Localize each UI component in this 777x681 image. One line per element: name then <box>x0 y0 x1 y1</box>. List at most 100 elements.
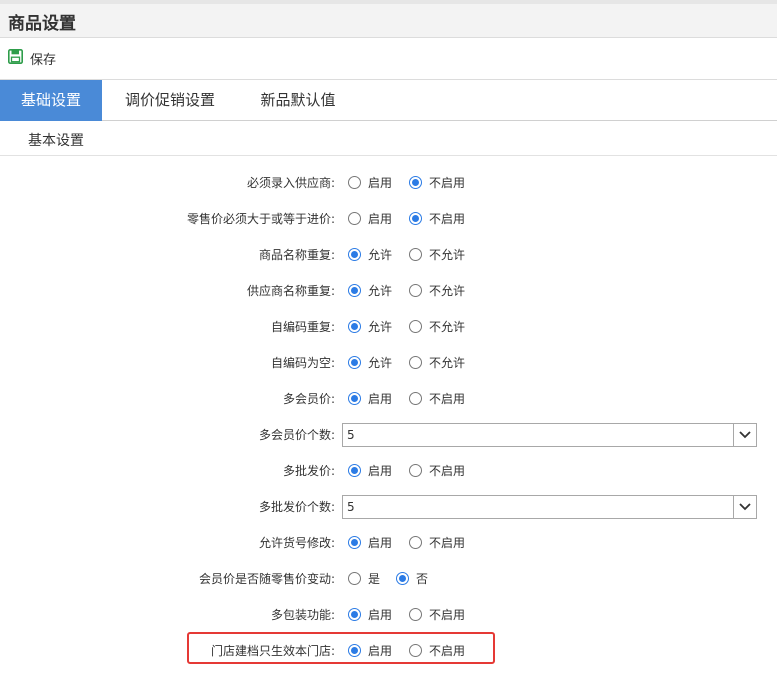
radio-button[interactable] <box>348 211 361 225</box>
setting-label: 多会员价: <box>282 392 335 406</box>
setting-row: 会员价是否随零售价变动: 是 否 <box>0 560 777 596</box>
setting-label: 供应商名称重复: <box>246 284 335 298</box>
radio-button[interactable] <box>348 391 361 405</box>
radio-option[interactable]: 允许 <box>348 317 392 335</box>
radio-button[interactable] <box>409 463 422 477</box>
radio-button[interactable] <box>348 463 361 477</box>
select-value: 5 <box>347 500 355 514</box>
radio-button[interactable] <box>409 247 422 261</box>
setting-row: 多批发价个数: 5 <box>0 488 777 524</box>
radio-option[interactable]: 启用 <box>348 389 392 407</box>
tab-basic-settings[interactable]: 基础设置 <box>0 80 102 121</box>
radio-label: 启用 <box>368 391 393 406</box>
radio-option[interactable]: 允许 <box>348 245 392 263</box>
radio-option[interactable]: 启用 <box>348 461 392 479</box>
radio-button[interactable] <box>348 247 361 261</box>
select-value: 5 <box>347 428 355 442</box>
setting-label: 多批发价: <box>282 464 335 478</box>
setting-row: 多会员价: 启用 不启用 <box>0 380 777 416</box>
setting-label: 自编码重复: <box>270 320 335 334</box>
radio-button[interactable] <box>348 283 361 297</box>
chevron-down-icon[interactable] <box>733 424 756 446</box>
radio-option[interactable]: 允许 <box>348 281 392 299</box>
setting-label: 多包装功能: <box>270 608 335 622</box>
setting-label: 零售价必须大于或等于进价: <box>186 212 335 226</box>
radio-label: 不启用 <box>429 607 466 622</box>
radio-button[interactable] <box>396 571 409 585</box>
radio-label: 启用 <box>368 607 393 622</box>
radio-option[interactable]: 允许 <box>348 353 392 371</box>
radio-label: 是 <box>368 571 381 586</box>
radio-button[interactable] <box>348 571 361 585</box>
radio-option[interactable]: 启用 <box>348 209 392 227</box>
radio-button[interactable] <box>348 175 361 189</box>
setting-label: 多批发价个数: <box>258 500 335 514</box>
tab-bar: 基础设置 调价促销设置 新品默认值 <box>0 80 777 121</box>
setting-label: 多会员价个数: <box>258 428 335 442</box>
radio-option[interactable]: 不允许 <box>409 281 465 299</box>
radio-option[interactable]: 不启用 <box>409 173 465 191</box>
setting-row: 多批发价: 启用 不启用 <box>0 452 777 488</box>
radio-button[interactable] <box>409 355 422 369</box>
radio-button[interactable] <box>348 355 361 369</box>
radio-option[interactable]: 不启用 <box>409 605 465 623</box>
setting-label: 自编码为空: <box>270 356 335 370</box>
count-select[interactable]: 5 <box>342 423 757 447</box>
setting-row: 自编码为空: 允许 不允许 <box>0 344 777 380</box>
radio-label: 不启用 <box>429 211 466 226</box>
radio-option[interactable]: 启用 <box>348 605 392 623</box>
radio-option[interactable]: 不启用 <box>409 389 465 407</box>
radio-option[interactable]: 启用 <box>348 173 392 191</box>
floppy-disk-icon <box>8 49 23 67</box>
radio-option[interactable]: 不允许 <box>409 245 465 263</box>
setting-row: 多会员价个数: 5 <box>0 416 777 452</box>
setting-row: 自编码重复: 允许 不允许 <box>0 308 777 344</box>
section-header: 基本设置 <box>0 121 777 156</box>
save-button[interactable]: 保存 <box>8 48 56 68</box>
radio-option[interactable]: 不启用 <box>409 461 465 479</box>
radio-label: 不启用 <box>429 535 466 550</box>
radio-button[interactable] <box>348 535 361 549</box>
radio-label: 不启用 <box>429 175 466 190</box>
radio-option[interactable]: 否 <box>396 569 428 587</box>
setting-label: 必须录入供应商: <box>246 176 335 190</box>
radio-option[interactable]: 不启用 <box>409 533 465 551</box>
radio-button[interactable] <box>409 391 422 405</box>
radio-button[interactable] <box>409 607 422 621</box>
setting-row: 允许货号修改: 启用 不启用 <box>0 524 777 560</box>
setting-label: 商品名称重复: <box>258 248 335 262</box>
radio-button[interactable] <box>409 319 422 333</box>
setting-row: 零售价必须大于或等于进价: 启用 不启用 <box>0 200 777 236</box>
radio-label: 启用 <box>368 175 393 190</box>
setting-row: 商品名称重复: 允许 不允许 <box>0 236 777 272</box>
setting-row: 必须录入供应商: 启用 不启用 <box>0 164 777 200</box>
radio-button[interactable] <box>409 283 422 297</box>
setting-row: 供应商名称重复: 允许 不允许 <box>0 272 777 308</box>
radio-label: 不允许 <box>429 355 466 370</box>
radio-label: 不启用 <box>429 463 466 478</box>
radio-button[interactable] <box>348 607 361 621</box>
section-title: 基本设置 <box>28 133 84 149</box>
tab-new-product-defaults[interactable]: 新品默认值 <box>242 80 354 121</box>
radio-button[interactable] <box>409 535 422 549</box>
radio-label: 启用 <box>368 211 393 226</box>
count-select[interactable]: 5 <box>342 495 757 519</box>
radio-button[interactable] <box>409 175 422 189</box>
radio-button[interactable] <box>348 319 361 333</box>
radio-option[interactable]: 不允许 <box>409 317 465 335</box>
radio-option[interactable]: 不启用 <box>409 209 465 227</box>
radio-button[interactable] <box>409 211 422 225</box>
setting-row: 多包装功能: 启用 不启用 <box>0 596 777 632</box>
radio-label: 否 <box>416 571 429 586</box>
radio-label: 允许 <box>368 247 393 262</box>
save-button-label: 保存 <box>30 52 57 68</box>
radio-option[interactable]: 启用 <box>348 533 392 551</box>
toolbar: 保存 <box>0 38 777 80</box>
radio-label: 不启用 <box>429 391 466 406</box>
radio-option[interactable]: 不允许 <box>409 353 465 371</box>
title-bar: 商品设置 <box>0 0 777 38</box>
chevron-down-icon[interactable] <box>733 496 756 518</box>
radio-option[interactable]: 是 <box>348 569 380 587</box>
radio-label: 允许 <box>368 319 393 334</box>
tab-price-promotion-settings[interactable]: 调价促销设置 <box>106 80 234 121</box>
